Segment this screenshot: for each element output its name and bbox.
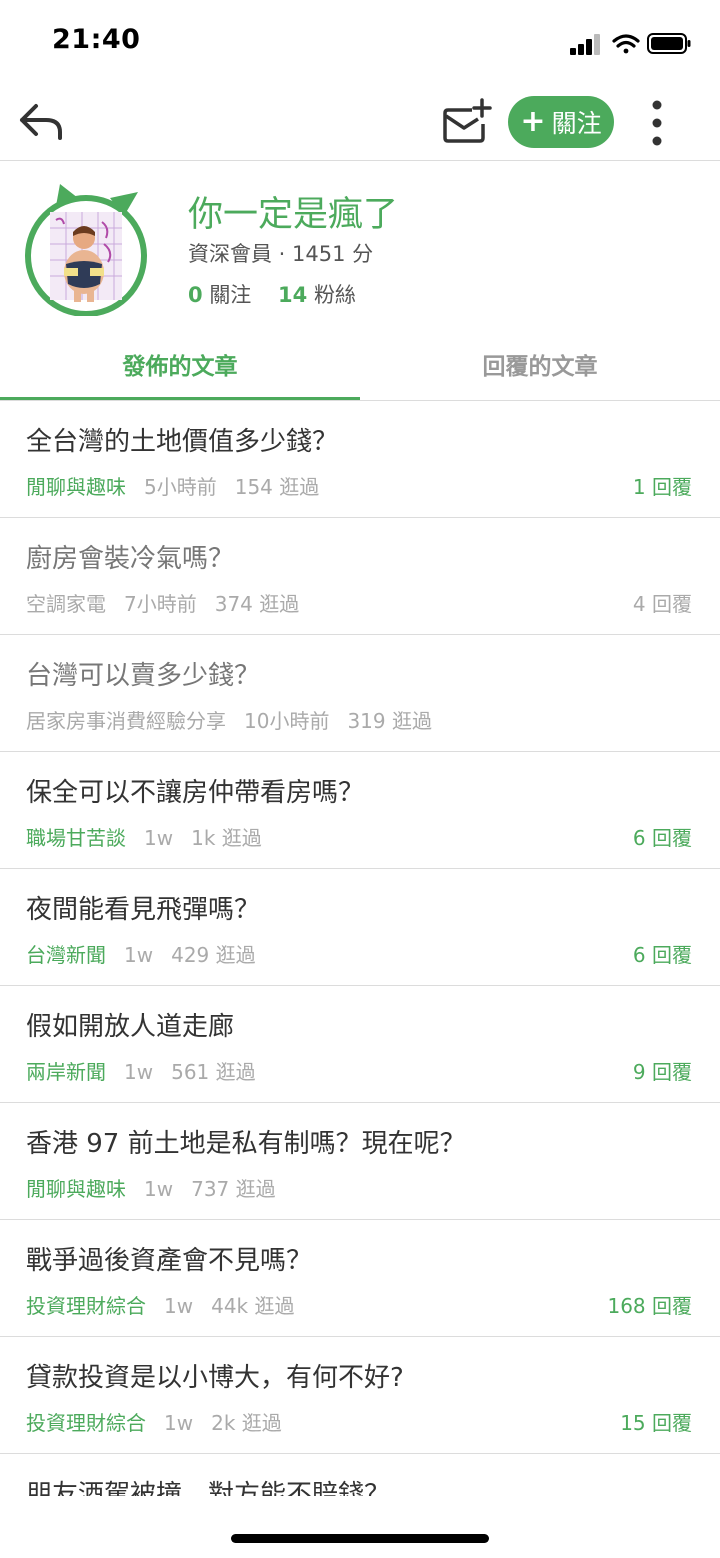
post-time: 5小時前 <box>144 475 217 499</box>
following-stat[interactable]: 0 關注 <box>188 283 251 307</box>
post-meta: 台灣新聞 1w 429 逛過 <box>26 939 256 968</box>
followers-stat[interactable]: 14 粉絲 <box>278 283 356 307</box>
list-item[interactable]: 朋友酒駕被撞，對方能不賠錢？ <box>0 1454 720 1496</box>
post-views: 2k 逛過 <box>211 1411 282 1435</box>
post-views: 1k 逛過 <box>191 826 262 850</box>
list-item[interactable]: 戰爭過後資產會不見嗎？ 投資理財綜合 1w 44k 逛過 168 回覆 <box>0 1220 720 1337</box>
post-title: 假如開放人道走廊 <box>26 1012 235 1042</box>
post-meta: 投資理財綜合 1w 2k 逛過 <box>26 1407 282 1436</box>
post-meta: 居家房事消費經驗分享 10小時前 319 逛過 <box>26 705 432 734</box>
add-message-icon <box>443 98 492 143</box>
post-meta: 兩岸新聞 1w 561 逛過 <box>26 1056 256 1085</box>
wifi-icon <box>612 34 640 54</box>
post-time: 1w <box>124 1060 154 1084</box>
home-indicator[interactable] <box>231 1534 489 1543</box>
plus-icon: + <box>520 104 546 139</box>
follow-stats: 0 關注 14 粉絲 <box>188 279 356 309</box>
post-board[interactable]: 閒聊與趣味 <box>26 1177 126 1201</box>
post-meta: 空調家電 7小時前 374 逛過 <box>26 588 299 617</box>
reply-back-icon <box>20 104 62 140</box>
post-board[interactable]: 兩岸新聞 <box>26 1060 106 1084</box>
back-button[interactable] <box>18 100 66 144</box>
battery-icon <box>647 33 691 54</box>
add-message-button[interactable] <box>440 98 492 146</box>
post-replies: 9 回覆 <box>632 1060 692 1084</box>
post-views: 737 逛過 <box>191 1177 276 1201</box>
post-replies: 168 回覆 <box>607 1294 692 1318</box>
post-title: 香港 97 前土地是私有制嗎？現在呢？ <box>26 1129 466 1159</box>
cellular-signal-icon <box>570 34 600 55</box>
post-replies: 6 回覆 <box>632 943 692 967</box>
profile-header: 你一定是瘋了 資深會員 · 1451 分 0 關注 14 粉絲 <box>0 160 720 330</box>
following-label: 關注 <box>209 283 252 307</box>
post-replies: 1 回覆 <box>632 475 692 499</box>
list-item[interactable]: 貸款投資是以小博大，有何不好? 投資理財綜合 1w 2k 逛過 15 回覆 <box>0 1337 720 1454</box>
list-item[interactable]: 廚房會裝冷氣嗎？ 空調家電 7小時前 374 逛過 4 回覆 <box>0 518 720 635</box>
post-list: 全台灣的土地價值多少錢？ 閒聊與趣味 5小時前 154 逛過 1 回覆 廚房會裝冷氣… <box>0 401 720 1496</box>
post-board[interactable]: 居家房事消費經驗分享 <box>26 709 226 733</box>
post-replies: 6 回覆 <box>632 826 692 850</box>
tab-replied-articles[interactable]: 回覆的文章 <box>360 330 720 398</box>
post-views: 561 逛過 <box>171 1060 256 1084</box>
post-views: 154 逛過 <box>234 475 320 499</box>
follow-button[interactable]: + 關注 <box>508 96 614 148</box>
post-title: 台灣可以賣多少錢？ <box>26 661 261 691</box>
post-time: 1w <box>144 1177 174 1201</box>
post-meta: 職場甘苦談 1w 1k 逛過 <box>26 822 262 851</box>
list-item[interactable]: 台灣可以賣多少錢？ 居家房事消費經驗分享 10小時前 319 逛過 <box>0 635 720 752</box>
post-board[interactable]: 空調家電 <box>26 592 106 616</box>
post-title: 廚房會裝冷氣嗎？ <box>26 544 235 574</box>
post-title: 保全可以不讓房仲帶看房嗎？ <box>26 778 365 808</box>
status-time: 21:40 <box>52 24 141 55</box>
profile-score: 1451 分 <box>292 242 374 266</box>
post-board[interactable]: 職場甘苦談 <box>26 826 126 850</box>
post-replies: 15 回覆 <box>620 1411 692 1435</box>
profile-rank: 資深會員 <box>188 242 272 266</box>
follow-button-label: 關注 <box>551 109 602 138</box>
post-title: 貸款投資是以小博大，有何不好? <box>26 1363 404 1393</box>
followers-label: 粉絲 <box>313 283 356 307</box>
profile-name: 你一定是瘋了 <box>188 195 399 235</box>
status-icons <box>562 30 692 56</box>
post-time: 1w <box>144 826 174 850</box>
post-board[interactable]: 投資理財綜合 <box>26 1294 146 1318</box>
post-views: 319 逛過 <box>347 709 432 733</box>
post-time: 7小時前 <box>124 592 197 616</box>
post-meta: 投資理財綜合 1w 44k 逛過 <box>26 1290 294 1319</box>
more-options-button[interactable] <box>642 98 672 148</box>
followers-count: 14 <box>278 283 308 307</box>
post-time: 10小時前 <box>244 709 330 733</box>
post-board[interactable]: 投資理財綜合 <box>26 1411 146 1435</box>
post-title: 朋友酒駕被撞，對方能不賠錢？ <box>26 1480 391 1496</box>
post-time: 1w <box>164 1294 194 1318</box>
post-board[interactable]: 台灣新聞 <box>26 943 106 967</box>
avatar[interactable] <box>24 180 150 317</box>
nav-bar: + 關注 <box>0 86 720 161</box>
following-count: 0 <box>188 283 203 307</box>
list-item[interactable]: 保全可以不讓房仲帶看房嗎？ 職場甘苦談 1w 1k 逛過 6 回覆 <box>0 752 720 869</box>
tab-posted-articles[interactable]: 發佈的文章 <box>0 330 360 400</box>
post-meta: 閒聊與趣味 5小時前 154 逛過 <box>26 471 319 500</box>
more-vertical-icon <box>652 100 662 146</box>
profile-rank-score: 資深會員 · 1451 分 <box>188 242 374 266</box>
list-item[interactable]: 香港 97 前土地是私有制嗎？現在呢？ 閒聊與趣味 1w 737 逛過 <box>0 1103 720 1220</box>
profile-tabs: 發佈的文章 回覆的文章 <box>0 330 720 401</box>
list-item[interactable]: 夜間能看見飛彈嗎？ 台灣新聞 1w 429 逛過 6 回覆 <box>0 869 720 986</box>
list-item[interactable]: 全台灣的土地價值多少錢？ 閒聊與趣味 5小時前 154 逛過 1 回覆 <box>0 401 720 518</box>
post-time: 1w <box>124 943 154 967</box>
post-meta: 閒聊與趣味 1w 737 逛過 <box>26 1173 276 1202</box>
post-title: 全台灣的土地價值多少錢？ <box>26 427 339 457</box>
post-board[interactable]: 閒聊與趣味 <box>26 475 126 499</box>
post-title: 夜間能看見飛彈嗎？ <box>26 895 261 925</box>
post-title: 戰爭過後資產會不見嗎？ <box>26 1246 313 1276</box>
post-replies: 4 回覆 <box>632 592 692 616</box>
post-time: 1w <box>164 1411 194 1435</box>
list-item[interactable]: 假如開放人道走廊 兩岸新聞 1w 561 逛過 9 回覆 <box>0 986 720 1103</box>
post-views: 429 逛過 <box>171 943 256 967</box>
post-views: 374 逛過 <box>214 592 300 616</box>
status-bar: 21:40 <box>0 0 720 86</box>
post-views: 44k 逛過 <box>211 1294 295 1318</box>
